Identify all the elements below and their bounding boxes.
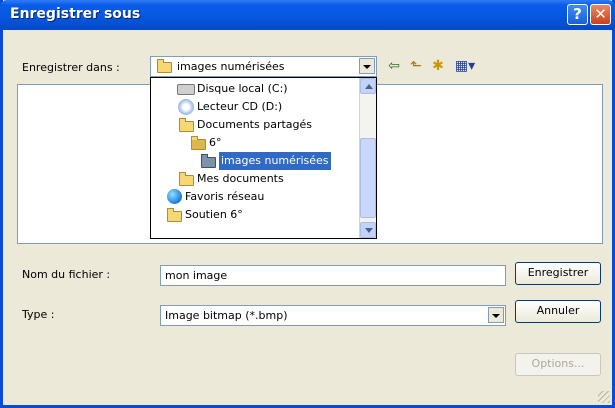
- file-name-label: Nom du fichier :: [22, 268, 111, 281]
- folder-icon: [191, 136, 206, 150]
- close-button[interactable]: ✕: [590, 4, 611, 25]
- dropdown-item-network-places[interactable]: Favoris réseau: [165, 188, 355, 206]
- file-type-value: Image bitmap (*.bmp): [165, 309, 288, 322]
- folder-icon: [201, 154, 216, 168]
- save-in-combobox[interactable]: images numérisées: [150, 56, 377, 77]
- views-menu-icon[interactable]: ▦▾: [452, 57, 478, 75]
- dropdown-item-local-disk[interactable]: Disque local (C:): [177, 80, 357, 98]
- folder-icon: [179, 172, 194, 186]
- dropdown-item-label: Documents partagés: [197, 118, 312, 131]
- scroll-thumb[interactable]: [360, 138, 376, 218]
- chevron-down-icon[interactable]: [488, 307, 504, 323]
- dropdown-item-cd-drive[interactable]: Lecteur CD (D:): [177, 98, 357, 116]
- dropdown-item-label: Soutien 6°: [185, 208, 243, 221]
- resize-grip[interactable]: [598, 391, 610, 403]
- scroll-up-icon[interactable]: [360, 78, 376, 94]
- options-button[interactable]: Options...: [515, 353, 601, 376]
- save-in-dropdown-list[interactable]: Disque local (C:) Lecteur CD (D:) Docume…: [150, 77, 377, 239]
- dropdown-item-6[interactable]: 6°: [189, 134, 349, 152]
- dropdown-item-label: Disque local (C:): [197, 82, 288, 95]
- dropdown-item-label: Mes documents: [197, 172, 284, 185]
- cancel-button[interactable]: Annuler: [515, 300, 601, 323]
- dialog-title: Enregistrer sous: [10, 6, 141, 22]
- file-name-input[interactable]: mon image: [160, 265, 506, 286]
- help-button[interactable]: ?: [567, 4, 588, 25]
- cd-drive-icon: [178, 99, 194, 115]
- scroll-down-icon[interactable]: [360, 222, 376, 238]
- folder-icon: [167, 208, 182, 222]
- dropdown-item-my-documents[interactable]: Mes documents: [177, 170, 357, 188]
- dropdown-item-scanned-images[interactable]: images numérisées: [201, 152, 361, 170]
- dropdown-item-soutien-6[interactable]: Soutien 6°: [165, 206, 355, 224]
- dropdown-item-label: images numérisées: [219, 152, 331, 170]
- chevron-down-icon[interactable]: [359, 58, 375, 74]
- dropdown-item-shared-documents[interactable]: Documents partagés: [177, 116, 357, 134]
- save-in-label: Enregistrer dans :: [22, 61, 120, 74]
- dropdown-item-label: Lecteur CD (D:): [197, 100, 283, 113]
- network-globe-icon: [167, 189, 182, 204]
- file-type-select[interactable]: Image bitmap (*.bmp): [160, 305, 506, 326]
- save-as-dialog: Enregistrer sous ? ✕ Enregistrer dans : …: [0, 0, 615, 408]
- save-in-current: images numérisées: [177, 60, 285, 73]
- new-folder-icon[interactable]: ✱: [429, 57, 447, 75]
- file-type-label: Type :: [22, 308, 55, 321]
- save-button[interactable]: Enregistrer: [515, 262, 601, 285]
- dropdown-item-label: 6°: [209, 136, 222, 149]
- up-folder-icon[interactable]: ⬑: [407, 57, 425, 75]
- title-bar[interactable]: Enregistrer sous ? ✕: [0, 0, 615, 30]
- help-icon: ?: [573, 5, 582, 23]
- file-name-value: mon image: [165, 269, 228, 282]
- close-icon: ✕: [594, 5, 607, 23]
- dropdown-item-label: Favoris réseau: [185, 190, 265, 203]
- folder-icon: [157, 59, 172, 73]
- hard-drive-icon: [177, 84, 195, 95]
- folder-icon: [179, 118, 194, 132]
- back-icon[interactable]: ⇦: [385, 57, 403, 75]
- dropdown-scrollbar[interactable]: [359, 78, 376, 238]
